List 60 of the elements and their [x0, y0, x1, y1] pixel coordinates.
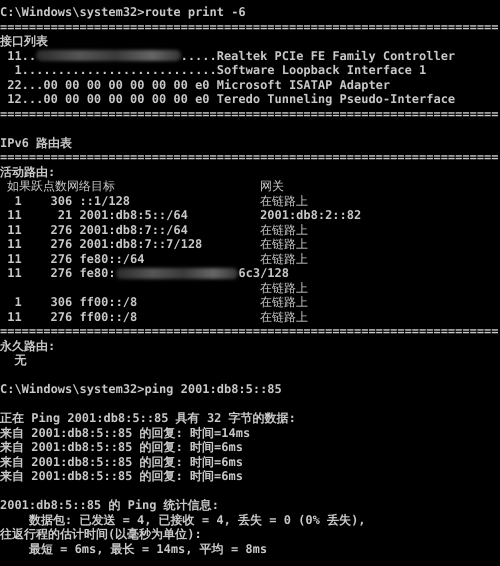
separator-line: =====================================================================: [0, 20, 498, 34]
console-line: 最短 = 6ms, 最长 = 14ms, 平均 = 8ms: [28, 542, 268, 556]
table-cell: 6c3/128: [238, 266, 289, 280]
console-line: 来自 2001:db8:5::85 的回复: 时间=14ms: [0, 426, 250, 440]
table-cell-text: 276: [50, 310, 72, 324]
table-cell-text: 21: [56, 208, 72, 222]
table-cell-text: 2001:db8:7::/64: [79, 222, 189, 237]
table-cell-text: 在链路上: [260, 222, 310, 237]
table-cell-text: 276: [50, 222, 72, 237]
table-cell-text: 2001:db8:5::/64: [79, 208, 189, 222]
column-header: 如果跃点数网络目标: [7, 179, 116, 194]
table-cell-text: fe80::/64: [79, 252, 146, 266]
separator-line: =====================================================================: [0, 106, 498, 121]
table-cell-text: 2001:db8:7::7/128: [79, 237, 204, 252]
console-line: .....Realtek PCIe FE Family Controller: [180, 48, 456, 63]
table-cell-text: 11: [6, 222, 22, 237]
table-cell-text: 在链路上: [260, 237, 310, 252]
console-line: 来自 2001:db8:5::85 的回复: 时间=6ms: [0, 454, 243, 469]
console-line: 来自 2001:db8:5::85 的回复: 时间=6ms: [0, 469, 243, 484]
table-cell-text: 11: [6, 266, 22, 280]
table-cell-text: 在链路上: [260, 295, 310, 310]
console-line: IPv6 路由表: [0, 136, 72, 150]
table-cell: fe80:: [79, 266, 116, 280]
console-line: 2001:db8:5::85 的 Ping 统计信息:: [0, 498, 219, 512]
table-cell-text: 11: [6, 208, 22, 222]
table-cell-text: 2001:db8:2::82: [260, 208, 362, 222]
console-line: C:\Windows\system32>route print -6: [0, 5, 246, 20]
table-cell-text: 在链路上: [260, 280, 310, 295]
console-line: 永久路由:: [0, 338, 56, 353]
table-cell-text: 11: [6, 237, 22, 252]
table-cell-text: 11: [6, 252, 22, 266]
table-cell-text: 1: [13, 295, 22, 310]
column-header: 网关: [260, 179, 286, 194]
console-line: 正在 Ping 2001:db8:5::85 具有 32 字节的数据:: [0, 411, 296, 426]
console-line: 来自 2001:db8:5::85 的回复: 时间=6ms: [0, 440, 243, 454]
table-cell-text: 1: [13, 194, 22, 208]
console-line: 接口列表: [0, 34, 48, 48]
console-line: 12...00 00 00 00 00 00 00 e0 Teredo Tunneling Pseudo-Interface: [6, 92, 456, 106]
separator-line: =====================================================================: [0, 324, 498, 338]
table-cell-text: 276: [50, 237, 72, 252]
table-cell-text: 11: [6, 310, 22, 324]
table-cell-text: 306: [50, 295, 72, 310]
table-cell-text: 在链路上: [260, 252, 310, 266]
table-cell-text: 在链路上: [260, 310, 310, 324]
console-line: 往返行程的估计时间(以毫秒为单位):: [0, 527, 202, 542]
console-line: C:\Windows\system32>ping 2001:db8:5::85: [0, 382, 282, 396]
console-line: 活动路由:: [0, 164, 56, 179]
table-cell-text: ff00::/8: [79, 295, 138, 310]
console-line: 11..: [6, 48, 36, 63]
console-line: 无: [13, 353, 26, 368]
table-cell-text: ff00::/8: [79, 310, 138, 324]
console-line: 1...........................Software Loopback Interface 1: [13, 63, 426, 78]
console-line: 数据包: 已发送 = 4, 已接收 = 4, 丢失 = 0 (0% 丢失),: [28, 512, 366, 527]
table-cell-text: 在链路上: [260, 194, 310, 208]
table-cell-text: ::1/128: [79, 194, 132, 208]
table-cell-text: 276: [50, 252, 72, 266]
table-cell-text: 276: [50, 266, 72, 280]
console-line: 22...00 00 00 00 00 00 00 e0 Microsoft ISATAP Adapter: [6, 78, 390, 92]
separator-line: =====================================================================: [0, 150, 498, 164]
table-cell-text: 306: [50, 194, 72, 208]
